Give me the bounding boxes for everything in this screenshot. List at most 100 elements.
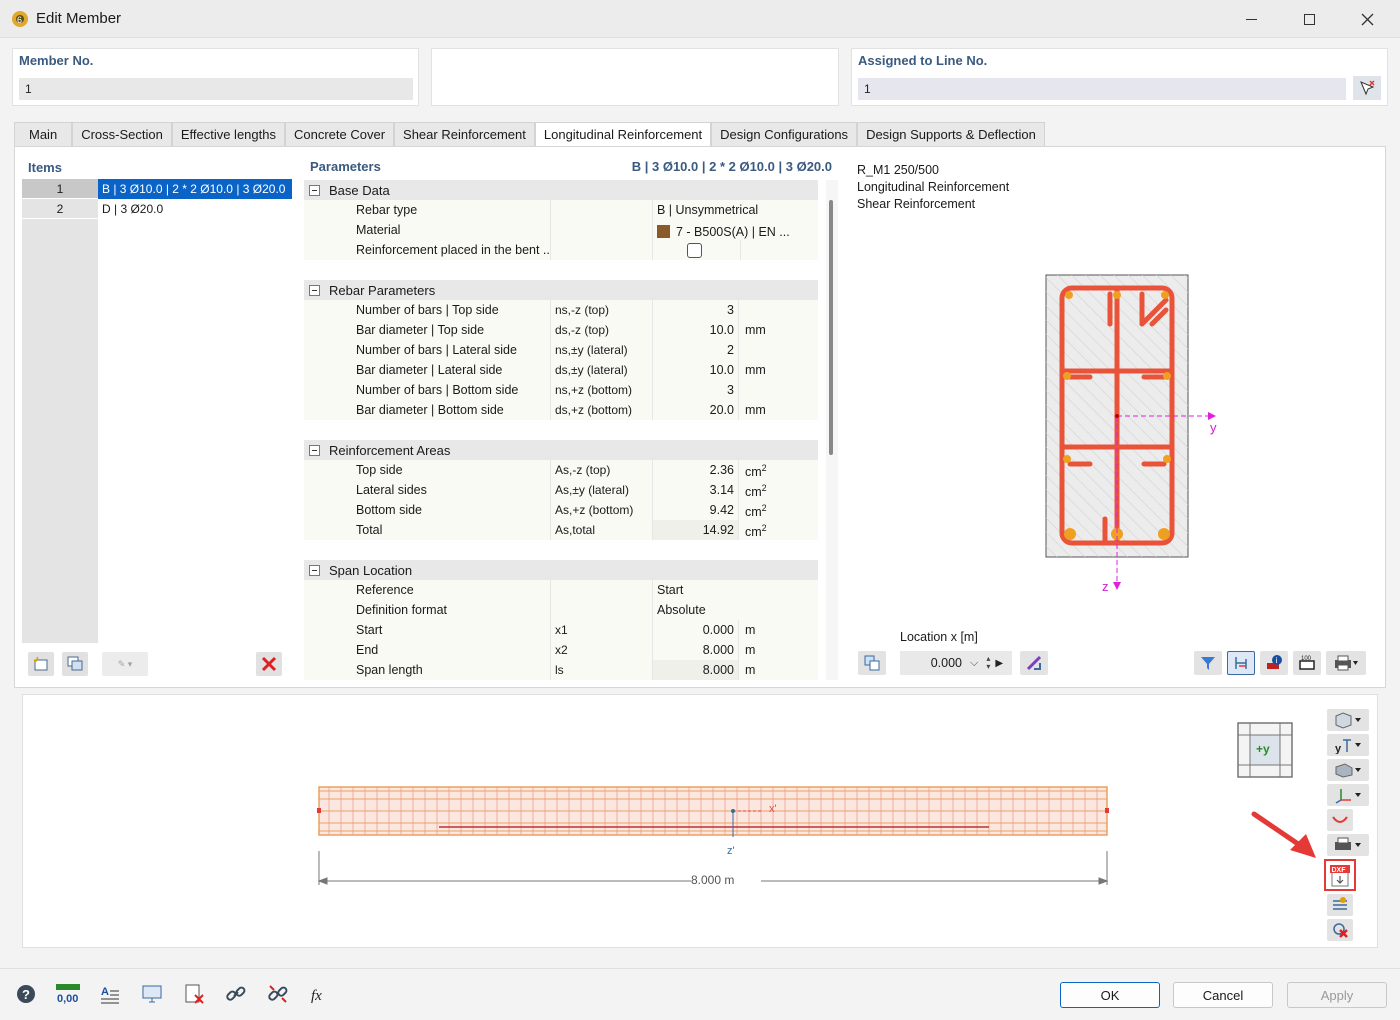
- unlink-button[interactable]: [264, 981, 292, 1007]
- close-button[interactable]: [1344, 0, 1390, 38]
- rebar-type-value[interactable]: B | Unsymmetrical: [652, 200, 796, 220]
- tab-longitudinal-reinforcement[interactable]: Longitudinal Reinforcement: [534, 122, 712, 147]
- parameters-scrollbar[interactable]: [826, 180, 838, 680]
- bent-checkbox-cell: [652, 240, 740, 260]
- spinner-icon[interactable]: ▴ ▾: [986, 655, 990, 671]
- formula-button[interactable]: fx: [306, 981, 334, 1007]
- param-row[interactable]: Reinforcement placed in the bent ...: [304, 240, 818, 260]
- view-cube[interactable]: +y: [1236, 721, 1294, 779]
- member-no-field[interactable]: 1: [19, 78, 413, 100]
- location-input[interactable]: 0.000 ⌵ ▴ ▾ ▶: [900, 651, 1012, 675]
- print-button[interactable]: [1326, 651, 1366, 675]
- param-value[interactable]: 10.0: [652, 320, 738, 340]
- assigned-line-field[interactable]: 1: [858, 78, 1346, 100]
- group-header[interactable]: Span Location: [304, 560, 818, 580]
- tab-concrete-cover[interactable]: Concrete Cover: [284, 122, 395, 146]
- link-button[interactable]: [222, 981, 250, 1007]
- pick-line-button[interactable]: [1353, 76, 1381, 100]
- item-number: 2: [22, 199, 98, 219]
- help-button[interactable]: ?: [12, 981, 40, 1007]
- tab-effective-lengths[interactable]: Effective lengths: [171, 122, 285, 146]
- display-settings-button[interactable]: [1327, 894, 1353, 916]
- apply-button[interactable]: Apply: [1287, 982, 1387, 1008]
- view-settings-button[interactable]: [138, 981, 166, 1007]
- group-header[interactable]: Rebar Parameters: [304, 280, 818, 300]
- text-settings-button[interactable]: A: [96, 981, 124, 1007]
- tab-design-supports-deflection[interactable]: Design Supports & Deflection: [857, 122, 1045, 146]
- bent-checkbox[interactable]: [687, 243, 702, 258]
- param-value[interactable]: 10.0: [652, 360, 738, 380]
- display-mode-button[interactable]: [1327, 759, 1369, 781]
- param-row[interactable]: Bar diameter | Top side ds,-z (top) 10.0 mm: [304, 320, 818, 340]
- collapse-icon[interactable]: [309, 284, 320, 296]
- scale-button[interactable]: 100: [1293, 651, 1321, 675]
- pick-location-button[interactable]: [1020, 651, 1048, 675]
- reset-view-button[interactable]: [1327, 919, 1353, 941]
- sync-icon: [864, 655, 880, 671]
- param-value[interactable]: Absolute: [652, 600, 796, 620]
- tab-design-configurations[interactable]: Design Configurations: [711, 122, 858, 146]
- minimize-button[interactable]: [1228, 0, 1274, 38]
- annotation-arrow-icon: [1251, 811, 1316, 858]
- collapse-icon[interactable]: [309, 184, 320, 196]
- param-row[interactable]: Reference Start: [304, 580, 818, 600]
- deformation-button[interactable]: [1327, 809, 1353, 831]
- cancel-button[interactable]: Cancel: [1173, 982, 1273, 1008]
- group-header[interactable]: Base Data: [304, 180, 818, 200]
- list-item[interactable]: 2 D | 3 Ø20.0: [22, 199, 292, 219]
- filter-button[interactable]: [1194, 651, 1222, 675]
- delete-item-button[interactable]: [256, 652, 282, 676]
- param-name: Start: [356, 623, 383, 637]
- collapse-icon[interactable]: [309, 564, 320, 576]
- param-value[interactable]: 8.000: [652, 640, 738, 660]
- member-no-label: Member No.: [19, 53, 94, 68]
- member-elevation-view: x' z' 8.000 m +y y DXF: [22, 694, 1378, 948]
- pick-cursor-icon: [1360, 80, 1375, 96]
- param-row[interactable]: Definition format Absolute: [304, 600, 818, 620]
- copy-item-button[interactable]: [62, 652, 88, 676]
- tab-main[interactable]: Main: [14, 122, 73, 146]
- new-item-button[interactable]: [28, 652, 54, 676]
- delete-selection-button[interactable]: [180, 981, 208, 1007]
- param-row[interactable]: Start x1 0.000 m: [304, 620, 818, 640]
- collapse-icon[interactable]: [309, 444, 320, 456]
- next-icon[interactable]: ▶: [995, 658, 1003, 669]
- show-dimensions-button[interactable]: [1227, 651, 1255, 675]
- end-node: [1105, 808, 1109, 813]
- param-name: Bar diameter | Lateral side: [356, 363, 503, 377]
- items-panel: Items 1 B | 3 Ø10.0 | 2 * 2 Ø10.0 | 3 Ø2…: [22, 154, 292, 682]
- ok-button[interactable]: OK: [1060, 982, 1160, 1008]
- parameters-summary: B | 3 Ø10.0 | 2 * 2 Ø10.0 | 3 Ø20.0: [631, 159, 832, 174]
- param-value[interactable]: 3: [652, 300, 738, 320]
- print-graphic-button[interactable]: [1327, 834, 1369, 856]
- param-row[interactable]: Number of bars | Lateral side ns,±y (late…: [304, 340, 818, 360]
- item-options-dropdown[interactable]: ✎ ▾: [102, 652, 148, 676]
- param-row[interactable]: End x2 8.000 m: [304, 640, 818, 660]
- info-button[interactable]: i: [1260, 651, 1288, 675]
- param-row[interactable]: Bar diameter | Bottom side ds,+z (bottom)…: [304, 400, 818, 420]
- axis-direction-button[interactable]: y: [1327, 734, 1369, 756]
- maximize-button[interactable]: [1286, 0, 1332, 38]
- tab-shear-reinforcement[interactable]: Shear Reinforcement: [394, 122, 535, 146]
- sync-view-button[interactable]: [858, 651, 886, 675]
- param-value[interactable]: 2: [652, 340, 738, 360]
- param-value[interactable]: Start: [652, 580, 796, 600]
- group-header[interactable]: Reinforcement Areas: [304, 440, 818, 460]
- tab-cross-section[interactable]: Cross-Section: [72, 122, 172, 146]
- material-value[interactable]: 7 - B500S(A) | EN ...: [652, 220, 796, 240]
- param-row[interactable]: Number of bars | Top side ns,-z (top) 3: [304, 300, 818, 320]
- param-value[interactable]: 0.000: [652, 620, 738, 640]
- param-row[interactable]: Rebar type B | Unsymmetrical: [304, 200, 818, 220]
- param-value[interactable]: 3: [652, 380, 738, 400]
- list-item[interactable]: 1 B | 3 Ø10.0 | 2 * 2 Ø10.0 | 3 Ø20.0: [22, 179, 292, 199]
- param-row[interactable]: Number of bars | Bottom side ns,+z (botto…: [304, 380, 818, 400]
- scrollbar-thumb[interactable]: [829, 200, 833, 455]
- coordinate-system-button[interactable]: [1327, 784, 1369, 806]
- view-3d-button[interactable]: [1327, 709, 1369, 731]
- param-value[interactable]: 20.0: [652, 400, 738, 420]
- units-button[interactable]: 0,00: [54, 981, 82, 1007]
- chevron-down-icon[interactable]: ⌵: [970, 657, 978, 670]
- param-row[interactable]: Material 7 - B500S(A) | EN ...: [304, 220, 818, 240]
- param-row[interactable]: Bar diameter | Lateral side ds,±y (latera…: [304, 360, 818, 380]
- export-dxf-button[interactable]: DXF: [1324, 859, 1356, 891]
